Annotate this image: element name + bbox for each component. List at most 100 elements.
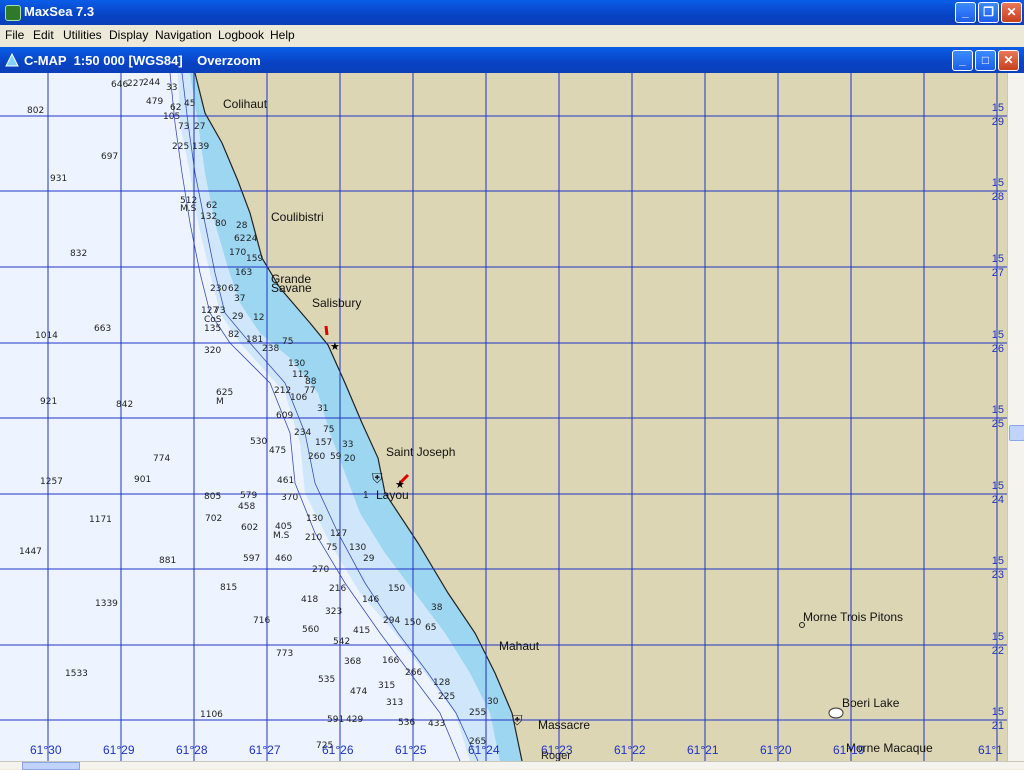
depth-sounding: 805 xyxy=(204,492,221,502)
depth-sounding: 75 xyxy=(282,337,293,347)
depth-sounding: M.S xyxy=(180,204,197,214)
depth-sounding: 105 xyxy=(163,112,180,122)
depth-sounding: 146 xyxy=(362,595,379,605)
latitude-minute-label: 22 xyxy=(992,645,1004,657)
depth-sounding: 370 xyxy=(281,493,298,503)
menu-display[interactable]: Display xyxy=(109,28,148,42)
depth-sounding: 602 xyxy=(241,523,258,533)
depth-sounding: 609 xyxy=(276,411,293,421)
depth-sounding: 542 xyxy=(333,637,350,647)
depth-sounding: 62 xyxy=(228,284,239,294)
menu-utilities[interactable]: Utilities xyxy=(63,28,102,42)
latitude-minute-label: 28 xyxy=(992,191,1004,203)
depth-sounding: 270 xyxy=(312,565,329,575)
place-name: Colihaut xyxy=(223,97,268,111)
depth-sounding: 62 xyxy=(234,234,245,244)
depth-sounding: 227 xyxy=(127,79,144,89)
depth-sounding: 244 xyxy=(143,78,160,88)
depth-sounding: 28 xyxy=(236,221,248,231)
depth-sounding: 429 xyxy=(346,715,363,725)
depth-sounding: 320 xyxy=(204,346,221,356)
depth-sounding: 536 xyxy=(398,718,415,728)
longitude-label: 61°26 xyxy=(322,743,354,757)
wind-arrow-icon xyxy=(324,325,329,336)
depth-sounding: 230 xyxy=(210,284,227,294)
depth-sounding: 20 xyxy=(344,454,356,464)
latitude-labels: 15 29 15 28 15 27 15 26 15 25 15 24 15 23 15 22 15 21 xyxy=(992,102,1004,732)
depth-sounding: 27 xyxy=(194,122,205,132)
menu-navigation[interactable]: Navigation xyxy=(155,28,212,42)
depth-sounding: 461 xyxy=(277,476,294,486)
star-icon: ★ xyxy=(395,479,405,491)
app-restore-button[interactable]: ❐ xyxy=(978,2,999,23)
depth-sounding: 418 xyxy=(301,595,318,605)
depth-sounding: 62 xyxy=(206,201,217,211)
nautical-chart[interactable]: 802 646 227 244 33 479 62 45 105 73 27 225 139 697 931… xyxy=(0,73,1007,761)
chart-close-button[interactable]: ✕ xyxy=(998,50,1019,71)
depth-sounding: 159 xyxy=(246,254,263,264)
menu-file[interactable]: File xyxy=(5,28,24,42)
depth-sounding: 216 xyxy=(329,584,346,594)
depth-sounding: 901 xyxy=(134,475,151,485)
depth-sounding: 130 xyxy=(288,359,305,369)
depth-sounding: 82 xyxy=(228,330,239,340)
depth-sounding: 163 xyxy=(235,268,252,278)
place-name-partial: Roger xyxy=(541,750,571,761)
depth-sounding: 313 xyxy=(386,698,403,708)
longitude-label: 61°30 xyxy=(30,743,62,757)
place-name: Salisbury xyxy=(312,296,361,310)
place-name: Morne Trois Pitons xyxy=(803,610,903,624)
place-name: Coulibistri xyxy=(271,210,324,224)
depth-sounding: 210 xyxy=(305,533,322,543)
depth-sounding: 921 xyxy=(40,397,57,407)
depth-sounding: 29 xyxy=(363,554,375,564)
chart-window-titlebar: C-MAP 1:50 000 [WGS84] Overzoom _ □ ✕ xyxy=(0,47,1024,73)
depth-sounding: 1171 xyxy=(89,515,112,525)
menu-edit[interactable]: Edit xyxy=(33,28,54,42)
depth-sounding: 716 xyxy=(253,616,270,626)
depth-sounding: 225 xyxy=(438,692,455,702)
depth-sounding: 157 xyxy=(315,438,332,448)
depth-sounding: 597 xyxy=(243,554,260,564)
depth-sounding: 460 xyxy=(275,554,292,564)
latitude-minute-label: 27 xyxy=(992,267,1004,279)
longitude-label: 61°25 xyxy=(395,743,427,757)
menu-bar: File Edit Utilities Display Navigation L… xyxy=(0,25,1024,45)
chart-window-icon xyxy=(5,53,19,67)
depth-sounding: 315 xyxy=(378,681,395,691)
depth-sounding: 368 xyxy=(344,657,361,667)
latitude-minute-label: 23 xyxy=(992,569,1004,581)
chart-canvas[interactable]: 802646227244 3347962 4510573 27225 139697931… xyxy=(0,73,1007,761)
depth-sounding: 479 xyxy=(146,97,163,107)
chart-maximize-button[interactable]: □ xyxy=(975,50,996,71)
depth-sounding: 77 xyxy=(304,386,315,396)
depth-sounding: 702 xyxy=(205,514,222,524)
chart-digit-label: 1 xyxy=(363,490,369,501)
chart-minimize-button[interactable]: _ xyxy=(952,50,973,71)
depth-sounding: 139 xyxy=(192,142,209,152)
depth-sounding: 646 xyxy=(111,80,128,90)
app-close-button[interactable]: ✕ xyxy=(1001,2,1022,23)
longitude-label: 61°19 xyxy=(833,743,865,757)
depth-sounding: 474 xyxy=(350,687,367,697)
app-minimize-button[interactable]: _ xyxy=(955,2,976,23)
depth-sounding: 579 xyxy=(240,491,257,501)
depth-sounding: 535 xyxy=(318,675,335,685)
latitude-degree-label: 15 xyxy=(992,102,1004,114)
depth-sounding: 832 xyxy=(70,249,87,259)
latitude-minute-label: 24 xyxy=(992,494,1004,506)
place-name: Boeri Lake xyxy=(842,696,900,710)
menu-logbook[interactable]: Logbook xyxy=(218,28,264,42)
chart-window-title: C-MAP 1:50 000 [WGS84] Overzoom xyxy=(24,53,261,68)
depth-sounding: 260 xyxy=(308,452,325,462)
vertical-scroll-thumb[interactable] xyxy=(1009,425,1024,441)
menu-help[interactable]: Help xyxy=(270,28,295,42)
depth-sounding: 33 xyxy=(166,83,177,93)
vertical-scrollbar[interactable] xyxy=(1007,73,1024,761)
latitude-degree-label: 15 xyxy=(992,404,1004,416)
depth-sounding: 255 xyxy=(469,708,486,718)
depth-sounding: 45 xyxy=(184,99,195,109)
depth-sounding: 212 xyxy=(274,386,291,396)
horizontal-scroll-thumb[interactable] xyxy=(22,762,80,770)
depth-sounding: 130 xyxy=(349,543,366,553)
